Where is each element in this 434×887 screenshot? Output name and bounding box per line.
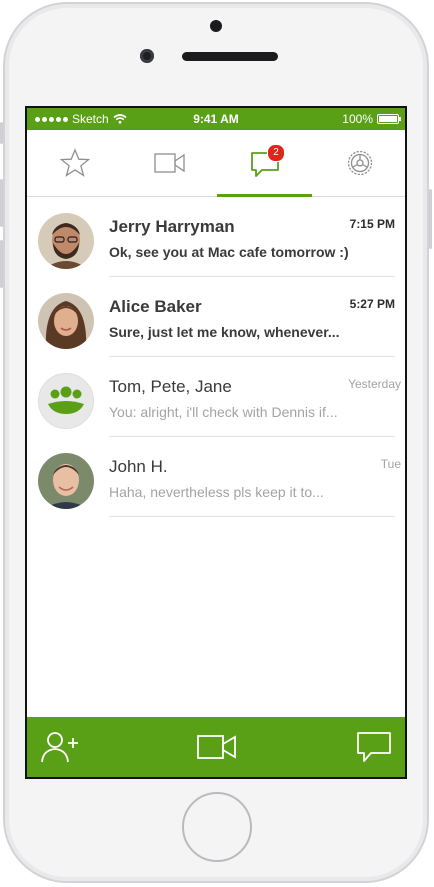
tab-favorites[interactable] [27,130,122,196]
home-button[interactable] [182,792,252,862]
front-camera [140,49,154,63]
contact-name: John H. [109,457,168,476]
battery-icon [377,114,401,124]
volume-down-button [0,240,3,288]
avatar [38,453,94,509]
battery-percent: 100% [342,112,373,126]
message-time: Yesterday [348,377,401,391]
new-message-button[interactable] [354,729,394,765]
add-contact-icon [41,732,78,763]
video-camera-icon [153,153,185,173]
tab-video[interactable] [122,130,217,196]
mute-switch [0,122,3,144]
group-icon [48,386,84,414]
power-button [429,189,432,249]
group-avatar [38,373,94,429]
message-preview: Sure, just let me know, whenever... [109,324,340,340]
conversation-row[interactable]: Alice Baker Sure, just let me know, when… [27,277,405,357]
avatar [38,213,94,269]
tab-settings[interactable] [312,130,405,196]
add-contact-button[interactable] [40,729,80,765]
volume-up-button [0,179,3,227]
row-divider [109,516,395,517]
bottom-action-bar [27,717,405,777]
message-time: Tue [380,457,401,471]
tab-bar: 2 [27,130,405,197]
screen: Sketch 9:41 AM 100% 2 Jerry Harryman Ok,… [25,106,407,779]
earpiece-speaker [182,52,278,61]
contact-name: Jerry Harryman [109,217,235,236]
tab-chats[interactable]: 2 [217,130,312,197]
unread-badge: 2 [267,144,285,162]
proximity-sensor [210,20,222,32]
message-preview: Haha, nevertheless pls keep it to... [109,484,324,500]
status-bar: Sketch 9:41 AM 100% [27,108,405,130]
status-right: 100% [342,112,401,126]
gear-icon [347,150,372,176]
conversation-row[interactable]: Tom, Pete, Jane You: alright, i'll check… [27,357,405,437]
conversation-row[interactable]: Jerry Harryman Ok, see you at Mac cafe t… [27,197,405,277]
message-preview: Ok, see you at Mac cafe tomorrow :) [109,244,349,260]
chat-bubble-icon [357,732,391,762]
contact-name: Alice Baker [109,297,202,316]
star-icon [59,148,90,177]
conversation-list: Jerry Harryman Ok, see you at Mac cafe t… [27,197,405,517]
video-camera-icon [197,735,236,759]
message-time: 7:15 PM [349,217,395,231]
conversation-row[interactable]: John H. Haha, nevertheless pls keep it t… [27,437,405,517]
contact-name: Tom, Pete, Jane [109,377,232,396]
message-preview: You: alright, i'll check with Dennis if.… [109,404,338,420]
avatar [38,293,94,349]
video-call-button[interactable] [197,729,237,765]
message-time: 5:27 PM [349,297,395,311]
